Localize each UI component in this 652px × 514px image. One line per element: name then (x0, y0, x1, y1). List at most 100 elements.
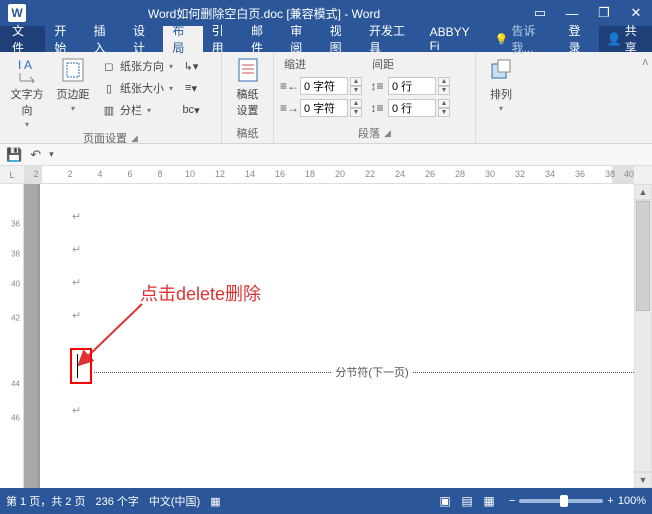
status-bar: 第 1 页，共 2 页 236 个字 中文(中国) ▦ ▣ ▤ ▦ − + 10… (0, 488, 652, 514)
tab-review[interactable]: 审阅 (281, 26, 320, 52)
paragraph-mark: ↵ (72, 243, 608, 256)
undo-icon[interactable]: ↶ (30, 147, 41, 163)
ruler-tick: 40 (624, 169, 634, 179)
tab-design[interactable]: 设计 (124, 26, 163, 52)
margins-label: 页边距 (57, 86, 90, 102)
stationery-button[interactable]: 稿纸 设置 (228, 56, 267, 118)
arrange-icon (487, 56, 515, 84)
ruler-tick: 20 (335, 169, 345, 179)
spacing-after-input[interactable] (388, 99, 436, 117)
macro-icon[interactable]: ▦ (210, 495, 220, 508)
dialog-launcher-icon[interactable]: ◢ (384, 128, 391, 139)
zoom-in-button[interactable]: + (607, 495, 613, 507)
scroll-track[interactable] (634, 200, 652, 472)
print-layout-icon[interactable]: ▤ (457, 493, 477, 509)
margins-button[interactable]: 页边距▾ (52, 56, 94, 113)
tab-layout[interactable]: 布局 (163, 26, 202, 52)
ruler-tick: 10 (185, 169, 195, 179)
ruler-tick: 28 (455, 169, 465, 179)
collapse-ribbon-icon[interactable]: ʌ (643, 56, 649, 68)
chevron-down-icon: ▾ (169, 84, 173, 93)
document-area[interactable]: ↵ ↵ ↵ ↵ 点击delete删除 分节符(下一页) ↵ (24, 184, 634, 488)
spinner-down[interactable]: ▼ (438, 86, 450, 95)
scroll-down-button[interactable]: ▼ (634, 472, 652, 488)
page-indicator[interactable]: 第 1 页，共 2 页 (6, 493, 85, 509)
tab-file[interactable]: 文件 (0, 26, 45, 52)
ruler-tick: 2 (67, 169, 72, 179)
arrange-button[interactable]: 排列▾ (482, 56, 520, 113)
ruler-tick: 42 (11, 314, 20, 323)
ruler-tick: 12 (215, 169, 225, 179)
workspace: L 36 38 40 42 44 46 2 2 4 6 8 10 12 14 1… (0, 166, 652, 488)
zoom-level[interactable]: 100% (618, 495, 646, 507)
spinner-up[interactable]: ▲ (438, 99, 450, 108)
spinner-up[interactable]: ▲ (350, 99, 362, 108)
chevron-down-icon: ▾ (193, 60, 199, 73)
qat-dropdown-icon[interactable]: ▾ (49, 149, 54, 160)
indent-left-input[interactable] (300, 77, 348, 95)
ruler-tick: 46 (11, 414, 20, 423)
ruler-tick: 36 (11, 220, 20, 229)
save-icon[interactable]: 💾 (6, 147, 22, 163)
tab-abbyy[interactable]: ABBYY Fi (421, 26, 486, 52)
tab-mailings[interactable]: 邮件 (242, 26, 281, 52)
zoom-control: − + 100% (509, 495, 646, 507)
hyphenation-icon: bc (182, 104, 194, 116)
annotation-text: 点击delete删除 (140, 280, 261, 306)
quick-access-toolbar: 💾 ↶ ▾ (0, 144, 652, 166)
text-direction-button[interactable]: IA 文字方向▾ (6, 56, 48, 129)
indent-right-input[interactable] (300, 99, 348, 117)
scroll-thumb[interactable] (636, 201, 650, 311)
tab-home[interactable]: 开始 (45, 26, 84, 52)
tab-insert[interactable]: 插入 (85, 26, 124, 52)
line-numbers-button[interactable]: ≡▾ (180, 78, 202, 98)
read-mode-icon[interactable]: ▣ (435, 493, 455, 509)
view-buttons: ▣ ▤ ▦ (435, 493, 499, 509)
vertical-ruler: 36 38 40 42 44 46 (0, 184, 24, 488)
dialog-launcher-icon[interactable]: ◢ (131, 133, 138, 144)
ruler-tick: 32 (515, 169, 525, 179)
hyphenation-button[interactable]: bc▾ (180, 100, 202, 120)
tab-view[interactable]: 视图 (321, 26, 360, 52)
ruler-tick: 38 (11, 250, 20, 259)
tab-references[interactable]: 引用 (203, 26, 242, 52)
ruler-tick: 26 (425, 169, 435, 179)
columns-button[interactable]: ▥分栏▾ (98, 100, 176, 120)
word-count[interactable]: 236 个字 (95, 493, 138, 509)
vertical-scrollbar[interactable]: ▲ ▼ (634, 166, 652, 488)
spinner-down[interactable]: ▼ (350, 86, 362, 95)
share-button[interactable]: 👤共享 (599, 26, 652, 52)
breaks-icon: ↳ (184, 60, 193, 73)
spinner-down[interactable]: ▼ (438, 108, 450, 117)
columns-label: 分栏 (120, 102, 142, 118)
stationery-label: 稿纸 设置 (237, 86, 259, 118)
web-layout-icon[interactable]: ▦ (479, 493, 499, 509)
paragraph-label: 段落 (358, 125, 380, 141)
chevron-down-icon: ▾ (25, 120, 29, 129)
ruler-tick: 16 (275, 169, 285, 179)
highlight-box (70, 348, 92, 384)
spinner-up[interactable]: ▲ (350, 77, 362, 86)
zoom-slider[interactable] (519, 499, 603, 503)
orientation-button[interactable]: ◻纸张方向▾ (98, 56, 176, 76)
ruler-tick: 8 (157, 169, 162, 179)
scroll-up-button[interactable]: ▲ (634, 184, 652, 200)
spinner-down[interactable]: ▼ (350, 108, 362, 117)
ruler-tick: 24 (395, 169, 405, 179)
horizontal-ruler: 2 2 4 6 8 10 12 14 16 18 20 22 24 26 28 … (24, 166, 634, 184)
spinner-up[interactable]: ▲ (438, 77, 450, 86)
restore-button[interactable]: ❐ (588, 0, 620, 26)
size-button[interactable]: ▯纸张大小▾ (98, 78, 176, 98)
language-indicator[interactable]: 中文(中国) (149, 493, 200, 509)
paragraph-mark: ↵ (72, 309, 608, 322)
orientation-label: 纸张方向 (120, 58, 164, 74)
spacing-before-icon: ↕≡ (368, 79, 386, 93)
zoom-out-button[interactable]: − (509, 495, 515, 507)
ruler-tick: 34 (545, 169, 555, 179)
ruler-tick: 22 (365, 169, 375, 179)
tab-devtools[interactable]: 开发工具 (360, 26, 421, 52)
spacing-before-input[interactable] (388, 77, 436, 95)
tell-me-input[interactable]: 💡告诉我... (486, 26, 560, 52)
login-link[interactable]: 登录 (559, 26, 598, 52)
breaks-button[interactable]: ↳▾ (180, 56, 202, 76)
